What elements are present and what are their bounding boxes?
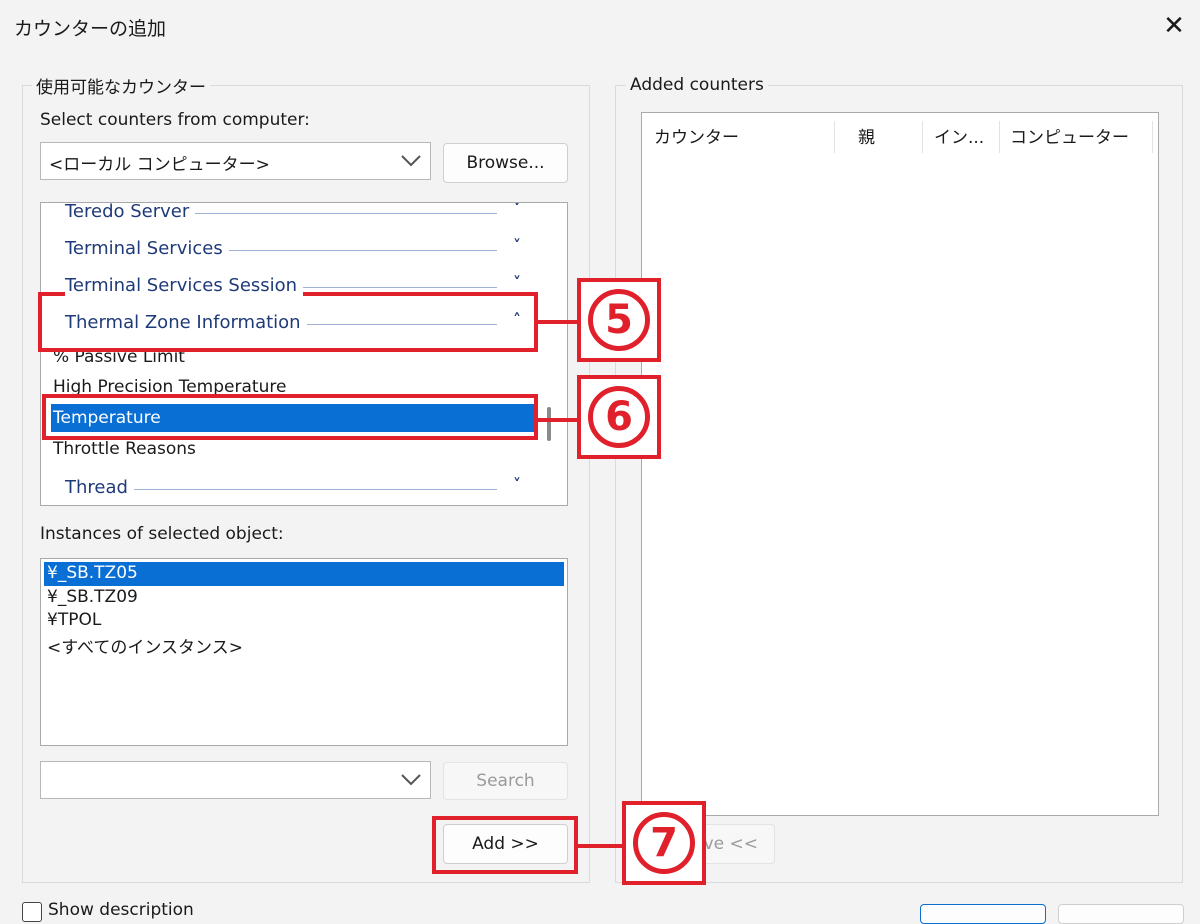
counter-item[interactable]: Throttle Reasons xyxy=(53,439,196,459)
category-terminal-services[interactable]: Terminal Services ˅ xyxy=(65,236,537,266)
computer-combobox[interactable]: <ローカル コンピューター> xyxy=(40,142,431,180)
instance-item-selected[interactable]: ¥_SB.TZ05 xyxy=(47,563,138,583)
category-label: Thread xyxy=(65,477,134,498)
category-label: Terminal Services xyxy=(65,238,229,259)
chevron-down-icon[interactable] xyxy=(400,147,422,179)
category-label: Teredo Server xyxy=(65,203,196,222)
instance-item[interactable]: ¥TPOL xyxy=(47,610,101,630)
instance-item[interactable]: ¥_SB.TZ09 xyxy=(47,587,138,607)
annotation-badge-7: 7 xyxy=(622,801,706,885)
instance-item[interactable]: <すべてのインスタンス> xyxy=(47,633,243,658)
scrollbar-thumb[interactable] xyxy=(547,407,551,441)
annotation-box-6 xyxy=(42,394,538,440)
step-number: 6 xyxy=(588,386,650,448)
show-description-label[interactable]: Show description xyxy=(48,900,194,920)
annotation-connector xyxy=(538,418,578,422)
chevron-down-icon[interactable]: ˅ xyxy=(513,203,521,218)
computer-value: <ローカル コンピューター> xyxy=(49,155,270,175)
added-counters-legend: Added counters xyxy=(626,75,768,95)
chevron-down-icon[interactable]: ˅ xyxy=(513,475,521,494)
select-computer-label: Select counters from computer: xyxy=(40,110,310,130)
cancel-button[interactable] xyxy=(1058,904,1184,924)
browse-button[interactable]: Browse... xyxy=(443,143,568,183)
close-icon[interactable]: ✕ xyxy=(1160,10,1188,42)
title-bar xyxy=(0,0,1200,52)
column-header-counter[interactable]: カウンター xyxy=(654,123,739,148)
annotation-box-7 xyxy=(432,816,578,874)
chevron-down-icon[interactable]: ˅ xyxy=(513,236,521,255)
column-separator[interactable] xyxy=(999,121,1000,153)
chevron-down-icon[interactable]: ˅ xyxy=(513,273,521,292)
column-header-instance[interactable]: イン... xyxy=(934,123,984,148)
chevron-down-icon[interactable] xyxy=(400,766,422,798)
search-combobox[interactable] xyxy=(40,761,431,799)
instances-label: Instances of selected object: xyxy=(40,524,284,544)
annotation-connector xyxy=(538,320,578,324)
counter-list[interactable]: Teredo Server ˅ Terminal Services ˅ Term… xyxy=(40,202,568,506)
annotation-connector xyxy=(578,844,624,848)
category-teredo-server[interactable]: Teredo Server ˅ xyxy=(65,203,537,229)
search-button[interactable]: Search xyxy=(443,762,568,800)
added-counters-table[interactable]: カウンター 親 イン... コンピューター xyxy=(641,112,1159,816)
step-number: 5 xyxy=(588,289,650,351)
column-separator[interactable] xyxy=(922,121,923,153)
category-label: Terminal Services Session xyxy=(65,275,304,296)
window-title: カウンターの追加 xyxy=(14,18,167,40)
column-header-parent[interactable]: 親 xyxy=(858,123,875,148)
category-label: Thermal Zone Information xyxy=(65,312,307,333)
column-header-computer[interactable]: コンピューター xyxy=(1010,123,1129,148)
annotation-badge-6: 6 xyxy=(577,375,661,459)
ok-button[interactable] xyxy=(920,904,1046,924)
column-separator[interactable] xyxy=(834,121,835,153)
column-separator[interactable] xyxy=(1152,121,1153,153)
step-number: 7 xyxy=(633,812,695,874)
instances-list[interactable]: ¥_SB.TZ05 ¥_SB.TZ09 ¥TPOL <すべてのインスタンス> xyxy=(40,558,568,746)
available-counters-legend: 使用可能なカウンター xyxy=(32,73,210,98)
annotation-badge-5: 5 xyxy=(577,278,661,362)
category-thread[interactable]: Thread ˅ xyxy=(65,475,537,505)
show-description-checkbox[interactable] xyxy=(22,902,42,922)
